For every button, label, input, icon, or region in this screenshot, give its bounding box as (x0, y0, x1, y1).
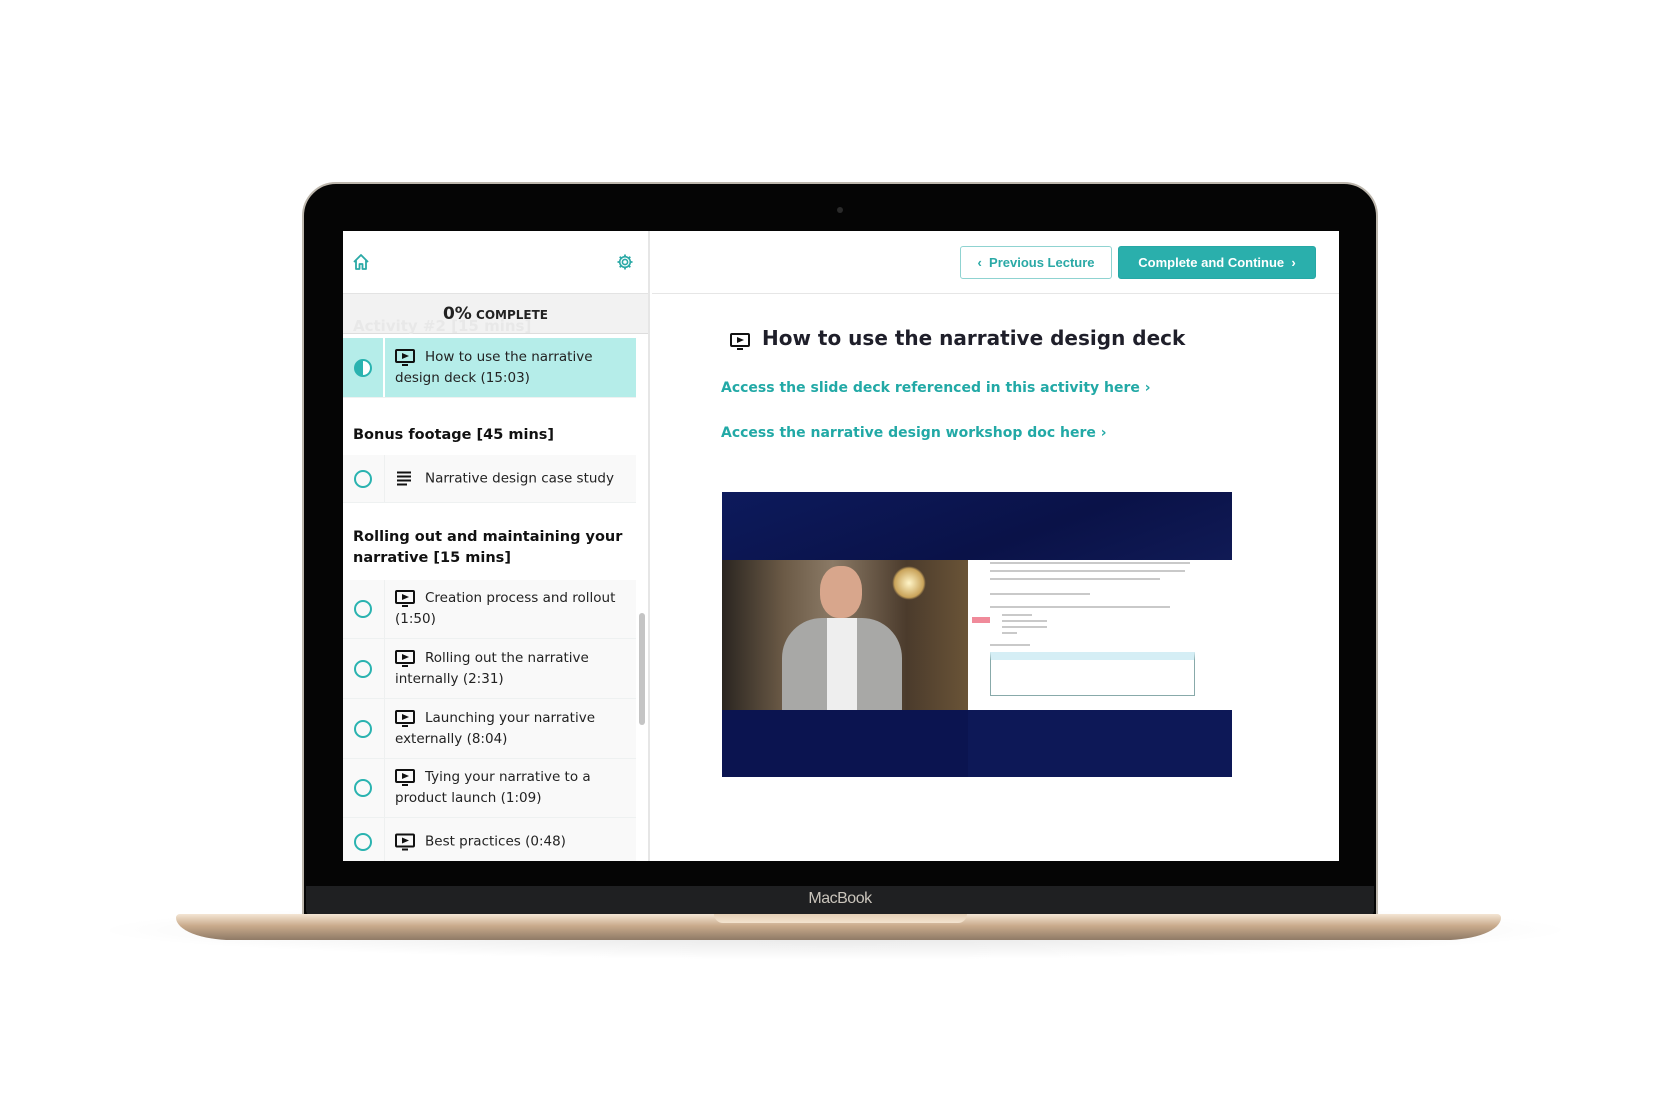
screen: Activity #2 [15 mins] 0% COMPLETE How to… (343, 231, 1339, 861)
sidebar-scrollbar[interactable] (639, 613, 645, 725)
previous-lecture-label: Previous Lecture (989, 255, 1095, 270)
lecture-title: Rolling out the narrative internally (2:… (395, 649, 589, 687)
complete-and-continue-button[interactable]: Complete and Continue › (1118, 246, 1316, 279)
status-cell (343, 580, 385, 638)
lecture-title: How to use the narrative design deck (15… (395, 348, 593, 386)
lecture-item[interactable]: Best practices (0:48) (343, 818, 636, 861)
presenter (782, 566, 902, 710)
course-sidebar: Activity #2 [15 mins] 0% COMPLETE How to… (343, 231, 650, 861)
presenter-footage (722, 560, 968, 710)
gear-icon[interactable] (616, 253, 634, 271)
status-cell (343, 455, 385, 502)
lecture-item[interactable]: Rolling out the narrative internally (2:… (343, 639, 636, 699)
chevron-left-icon: ‹ (977, 255, 990, 270)
empty-circle-status-icon (354, 719, 372, 738)
doc-table (990, 652, 1195, 696)
empty-circle-status-icon (354, 469, 372, 488)
empty-circle-status-icon (354, 659, 372, 678)
status-cell (343, 639, 385, 698)
text-lines-icon (397, 469, 411, 487)
empty-circle-status-icon (354, 832, 372, 851)
slide-deck-link[interactable]: Access the slide deck referenced in this… (721, 380, 1151, 396)
camera (837, 207, 843, 213)
lecture-item[interactable]: Launching your narrative externally (8:0… (343, 699, 636, 759)
lecture-item-label: Narrative design case study (395, 468, 634, 489)
laptop-base (176, 914, 1501, 940)
lecture-content: ‹ Previous Lecture Complete and Continue… (652, 231, 1339, 861)
chevron-right-icon: › (1284, 255, 1296, 270)
video-icon (395, 709, 415, 727)
status-cell (343, 759, 385, 817)
lecture-item[interactable]: Narrative design case study (343, 455, 636, 503)
complete-continue-label: Complete and Continue (1138, 255, 1285, 270)
lecture-item-label: Rolling out the narrative internally (2:… (395, 648, 634, 690)
section-heading: Rolling out and maintaining your narrati… (353, 529, 623, 566)
lecture-header: ‹ Previous Lecture Complete and Continue… (652, 231, 1339, 294)
course-progress: Activity #2 [15 mins] 0% COMPLETE (343, 294, 648, 335)
status-cell (343, 699, 385, 758)
video-icon (395, 769, 415, 786)
lecture-item[interactable]: Creation process and rollout (1:50) (343, 580, 636, 639)
laptop-notch (714, 914, 967, 923)
video-player[interactable] (722, 492, 1232, 777)
home-icon[interactable] (352, 253, 370, 271)
lecture-item-label: Creation process and rollout (1:50) (395, 588, 634, 630)
status-cell (343, 338, 385, 397)
lecture-item-label: Tying your narrative to a product launch… (395, 767, 634, 809)
lecture-title: Best practices (0:48) (425, 833, 566, 849)
lecture-title-heading: How to use the narrative design deck (730, 326, 1185, 350)
status-cell (343, 818, 385, 861)
lecture-item-active[interactable]: How to use the narrative design deck (15… (343, 338, 636, 398)
arrow-marker (972, 617, 990, 623)
document-footage (968, 560, 1232, 710)
video-frame-bottom (722, 710, 1232, 777)
section-heading: Bonus footage [45 mins] (353, 427, 555, 443)
lecture-title: Narrative design case study (425, 470, 614, 486)
video-frame-top (722, 492, 1232, 560)
lecture-title-text: How to use the narrative design deck (762, 326, 1186, 350)
video-icon (395, 590, 415, 607)
empty-circle-status-icon (354, 600, 372, 618)
video-icon (395, 348, 415, 366)
lecture-item[interactable]: Tying your narrative to a product launch… (343, 759, 636, 818)
laptop-chin: MacBook (306, 886, 1374, 916)
sidebar-header (343, 231, 648, 294)
lecture-title: Launching your narrative externally (8:0… (395, 709, 596, 747)
video-icon (395, 833, 415, 850)
lecture-item-label: How to use the narrative design deck (15… (395, 347, 634, 389)
video-icon (730, 333, 750, 350)
laptop-brand-logo: MacBook (808, 890, 872, 907)
empty-circle-status-icon (354, 779, 372, 797)
lecture-item-label: Launching your narrative externally (8:0… (395, 708, 634, 750)
video-icon (395, 649, 415, 667)
lecture-title: Tying your narrative to a product launch… (395, 769, 591, 806)
workshop-doc-link[interactable]: Access the narrative design workshop doc… (721, 425, 1107, 441)
previous-lecture-button[interactable]: ‹ Previous Lecture (960, 246, 1112, 279)
lecture-title: Creation process and rollout (1:50) (395, 590, 616, 627)
half-circle-status-icon (354, 358, 372, 377)
lecture-item-label: Best practices (0:48) (395, 831, 634, 852)
